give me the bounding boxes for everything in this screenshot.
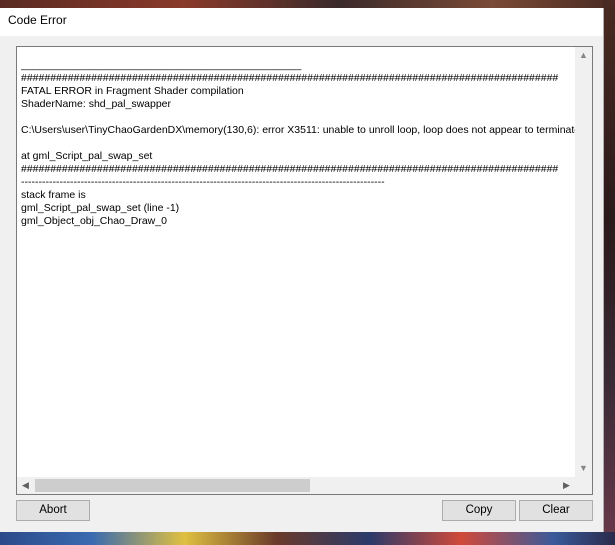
vertical-scrollbar[interactable]: ▲ ▼ (575, 47, 592, 477)
error-log-text[interactable]: ________________________________________… (21, 59, 575, 475)
scroll-left-icon[interactable]: ◀ (17, 477, 34, 494)
scroll-right-icon[interactable]: ▶ (558, 477, 575, 494)
desktop-background-bottom (0, 532, 615, 545)
window-title: Code Error (8, 13, 67, 27)
abort-button[interactable]: Abort (16, 500, 90, 521)
scrollbar-corner (575, 477, 592, 494)
clear-button[interactable]: Clear (519, 500, 593, 521)
scroll-down-icon[interactable]: ▼ (575, 460, 592, 477)
title-bar[interactable]: Code Error (0, 8, 603, 37)
horizontal-scrollbar[interactable]: ◀ ▶ (17, 477, 575, 494)
error-text-area[interactable]: ________________________________________… (16, 46, 593, 495)
scroll-up-icon[interactable]: ▲ (575, 47, 592, 64)
desktop-background-right (603, 0, 615, 545)
copy-button[interactable]: Copy (442, 500, 516, 521)
horizontal-scroll-thumb[interactable] (35, 479, 310, 492)
code-error-dialog: Code Error _____________________________… (0, 8, 604, 532)
